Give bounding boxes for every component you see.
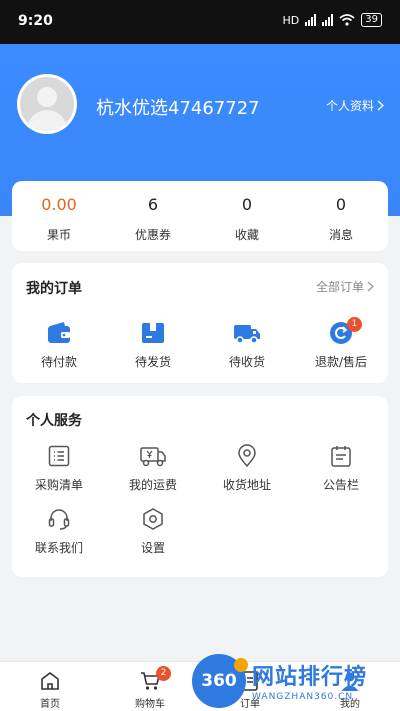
service-contact-us[interactable]: 联系我们 xyxy=(12,507,106,556)
order-refund-aftersale[interactable]: 1 退款/售后 xyxy=(294,317,388,370)
stat-coins[interactable]: 0.00 果币 xyxy=(12,181,106,251)
orders-title: 我的订单 xyxy=(26,281,82,297)
service-label: 公告栏 xyxy=(322,478,359,492)
order-pending-payment[interactable]: 待付款 xyxy=(12,321,106,370)
stat-label: 果币 xyxy=(46,228,71,242)
wallet-icon xyxy=(48,322,70,343)
stat-value: 6 xyxy=(147,195,159,214)
all-orders-label: 全部订单 xyxy=(315,280,364,294)
stat-label: 优惠券 xyxy=(134,228,171,242)
service-shipping-address[interactable]: 收货地址 xyxy=(200,444,294,493)
stat-label: 消息 xyxy=(328,228,353,242)
box-icon xyxy=(142,323,164,343)
profile-link-label: 个人资料 xyxy=(325,99,374,113)
wifi-icon xyxy=(339,14,355,26)
service-label: 收货地址 xyxy=(222,478,271,492)
order-item-label: 待收货 xyxy=(228,355,265,369)
tab-label: 首页 xyxy=(40,699,60,710)
order-item-label: 待发货 xyxy=(134,355,171,369)
avatar-placeholder-icon xyxy=(20,77,74,131)
chevron-right-icon xyxy=(377,100,384,111)
tab-cart[interactable]: 2 购物车 xyxy=(100,662,200,711)
stat-value: 0 xyxy=(241,195,253,214)
avatar[interactable] xyxy=(17,74,77,134)
watermark-subtitle: WANGZHAN360.CN xyxy=(252,692,354,702)
stat-value: 0 xyxy=(335,195,347,214)
hexagon-settings-icon xyxy=(143,508,163,530)
stats-card: 0.00 果币 6 优惠券 0 收藏 0 消息 xyxy=(12,181,388,251)
home-icon xyxy=(41,672,59,690)
signal-icon xyxy=(305,14,317,26)
location-pin-icon xyxy=(238,444,256,468)
freight-truck-icon xyxy=(140,447,166,467)
watermark: 360 网站排行榜 WANGZHAN360.CN xyxy=(192,650,400,711)
status-icons: HD 39 xyxy=(283,13,382,27)
order-item-label: 待付款 xyxy=(40,355,77,369)
notice-board-icon xyxy=(331,446,351,467)
stat-favorites[interactable]: 0 收藏 xyxy=(200,181,294,251)
order-item-label: 退款/售后 xyxy=(314,355,368,369)
services-card: 个人服务 采购清单 我的运费 收货地址 公告栏 联系我们 设置 xyxy=(12,396,388,577)
service-label: 联系我们 xyxy=(34,541,83,555)
service-label: 设置 xyxy=(140,541,165,555)
stat-coupons[interactable]: 6 优惠券 xyxy=(106,181,200,251)
all-orders-link[interactable]: 全部订单 xyxy=(316,278,374,295)
headset-icon xyxy=(48,509,70,530)
stat-messages[interactable]: 0 消息 xyxy=(294,181,388,251)
refund-badge: 1 xyxy=(346,317,362,332)
service-label: 我的运费 xyxy=(128,478,177,492)
orders-card: 我的订单 全部订单 待付款 待发货 待收货 1 退款/售后 xyxy=(12,263,388,383)
network-type-label: HD xyxy=(282,13,300,27)
username: 杭水优选47467727 xyxy=(96,98,260,119)
stat-label: 收藏 xyxy=(234,228,259,242)
order-pending-shipment[interactable]: 待发货 xyxy=(106,321,200,370)
tab-home[interactable]: 首页 xyxy=(0,662,100,711)
service-notice-board[interactable]: 公告栏 xyxy=(294,444,388,493)
truck-icon xyxy=(234,325,260,344)
status-bar: 9:20 HD 39 xyxy=(0,0,400,44)
service-my-freight[interactable]: 我的运费 xyxy=(106,444,200,493)
service-purchase-list[interactable]: 采购清单 xyxy=(12,444,106,493)
service-label: 采购清单 xyxy=(34,478,83,492)
signal-2-icon xyxy=(322,14,334,26)
battery-indicator: 39 xyxy=(361,13,382,27)
chevron-right-icon xyxy=(367,281,374,292)
stat-value: 0.00 xyxy=(41,195,77,214)
service-settings[interactable]: 设置 xyxy=(106,507,200,556)
status-time: 9:20 xyxy=(18,13,53,29)
watermark-title: 网站排行榜 xyxy=(252,665,368,690)
cart-badge: 2 xyxy=(156,666,171,681)
order-pending-receipt[interactable]: 待收货 xyxy=(200,321,294,370)
tab-label: 购物车 xyxy=(135,699,165,710)
watermark-logo: 360 xyxy=(192,653,248,708)
list-icon xyxy=(48,445,70,467)
profile-link[interactable]: 个人资料 xyxy=(326,97,384,114)
services-title: 个人服务 xyxy=(26,413,82,429)
